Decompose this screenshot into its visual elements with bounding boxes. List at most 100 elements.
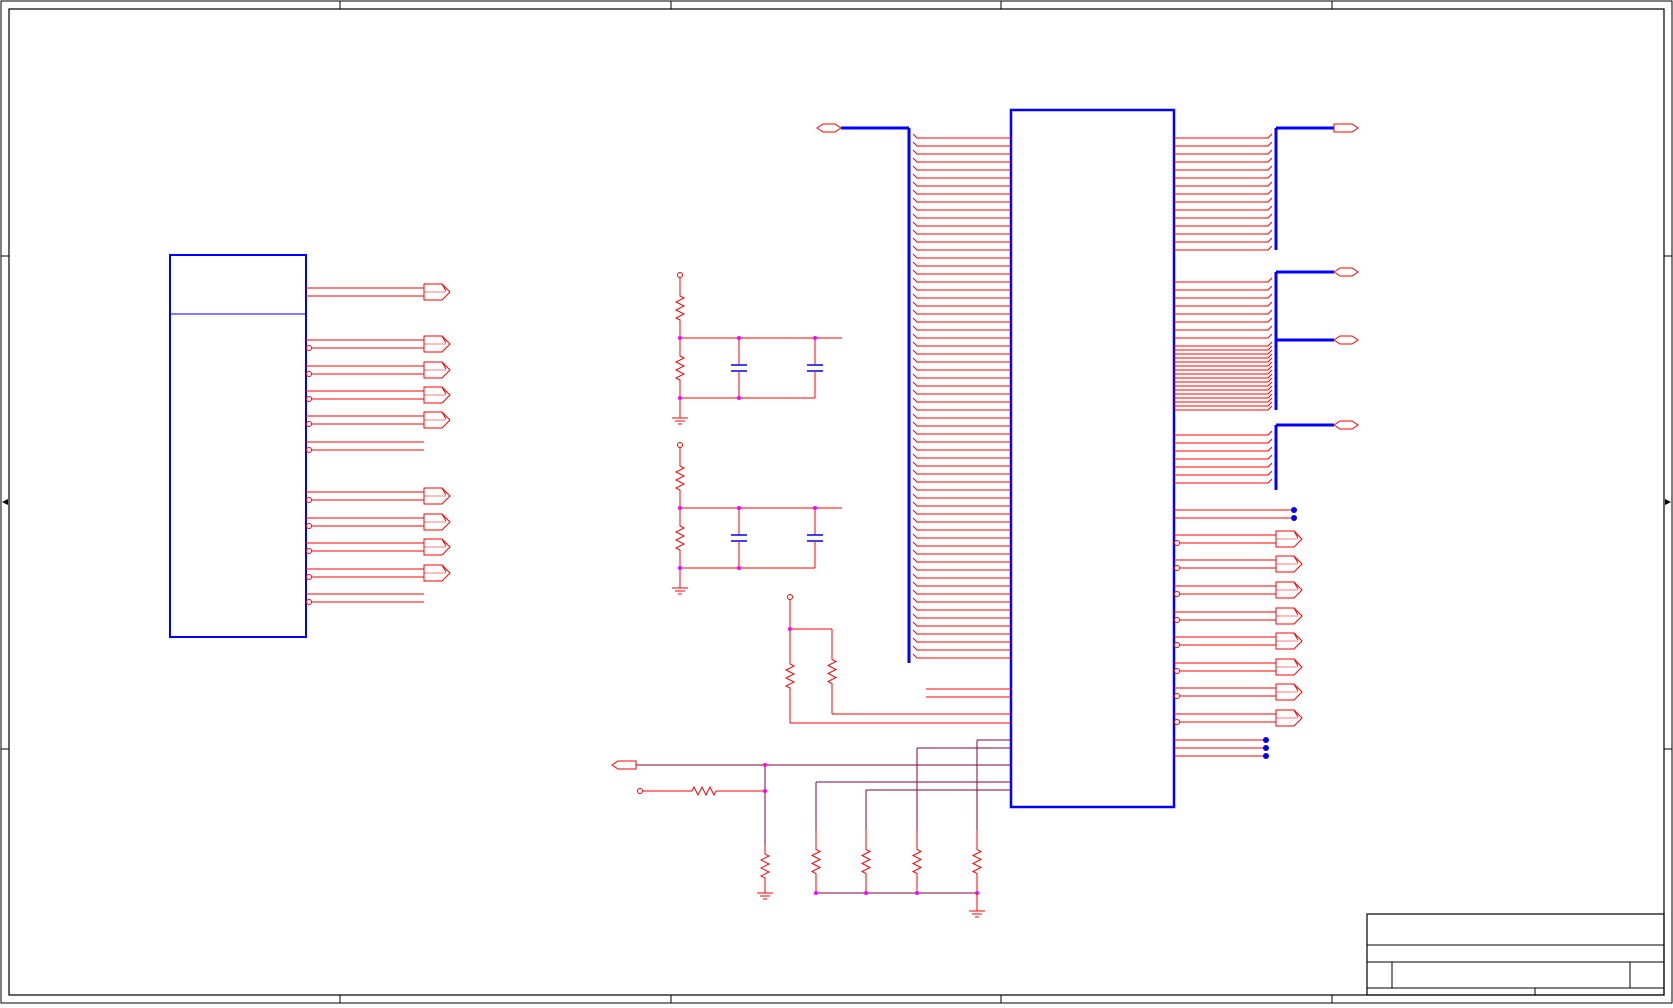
bus-entry bbox=[1174, 393, 1273, 399]
inverter-bubble bbox=[306, 599, 312, 605]
lower-resistor-network[interactable] bbox=[611, 594, 1011, 918]
inverter-bubble bbox=[1174, 591, 1180, 597]
junction-dot-icon bbox=[737, 506, 741, 510]
bus-entry bbox=[912, 533, 1011, 539]
capacitor-icon bbox=[731, 508, 747, 568]
resistor-icon bbox=[810, 830, 822, 893]
bus-entry bbox=[1174, 141, 1273, 147]
zone-marker bbox=[1665, 499, 1671, 505]
differential-port-icon bbox=[423, 487, 451, 505]
bus-entry bbox=[1174, 157, 1273, 163]
bus-entry bbox=[1174, 345, 1273, 351]
bus-entry bbox=[1174, 454, 1273, 460]
bus-entry bbox=[912, 597, 1011, 603]
bus-entry bbox=[1174, 381, 1273, 387]
differential-port-icon bbox=[1275, 607, 1303, 625]
bus-entry bbox=[912, 437, 1011, 443]
bus-entry bbox=[912, 629, 1011, 635]
schematic-sheet bbox=[0, 0, 1673, 1004]
net-port-icon bbox=[611, 760, 637, 770]
sheet-frame bbox=[0, 0, 1673, 1004]
bus-entry bbox=[912, 309, 1011, 315]
net-port-icon bbox=[816, 123, 842, 133]
bus-entry bbox=[1174, 462, 1273, 468]
bus-entry bbox=[912, 221, 1011, 227]
bus-entry bbox=[912, 165, 1011, 171]
bus-entry bbox=[912, 613, 1011, 619]
bus-entry bbox=[912, 173, 1011, 179]
left-component-u1[interactable] bbox=[169, 254, 451, 638]
bus-entry bbox=[1174, 389, 1273, 395]
bus-entry bbox=[1174, 353, 1273, 359]
differential-port-icon bbox=[423, 361, 451, 379]
outer-border bbox=[0, 0, 1673, 1004]
power-port-icon bbox=[677, 442, 683, 448]
bus-entry bbox=[912, 389, 1011, 395]
bus-entry bbox=[912, 181, 1011, 187]
inverter-bubble bbox=[306, 396, 312, 402]
power-port-icon bbox=[677, 272, 683, 278]
resistor-body bbox=[971, 830, 983, 893]
bus-entry bbox=[912, 637, 1011, 643]
bus-entry bbox=[912, 421, 1011, 427]
inverter-bubble bbox=[1174, 693, 1180, 699]
bus-entry bbox=[912, 469, 1011, 475]
bus-entry bbox=[912, 197, 1011, 203]
main-component-u2[interactable] bbox=[816, 108, 1359, 809]
bus-entry bbox=[912, 589, 1011, 595]
bus-entry bbox=[912, 517, 1011, 523]
bus-entry bbox=[1174, 237, 1273, 243]
junction-dot-icon bbox=[864, 891, 868, 895]
bus-entry bbox=[912, 277, 1011, 283]
differential-port-icon bbox=[423, 411, 451, 429]
differential-port-icon bbox=[423, 386, 451, 404]
differential-port-icon bbox=[1275, 683, 1303, 701]
differential-port-icon bbox=[423, 538, 451, 556]
resistor-body bbox=[784, 629, 796, 723]
bus-entry bbox=[912, 645, 1011, 651]
inverter-bubble bbox=[1174, 642, 1180, 648]
bus-entry bbox=[912, 157, 1011, 163]
bus-entry bbox=[912, 253, 1011, 259]
bus-entry bbox=[1174, 285, 1273, 291]
resistor-icon bbox=[643, 785, 765, 797]
port-shape bbox=[1333, 335, 1359, 345]
reference-networks[interactable] bbox=[672, 272, 842, 595]
ground-icon bbox=[757, 892, 773, 900]
bus-entry bbox=[1174, 341, 1273, 347]
bus-entry bbox=[1174, 165, 1273, 171]
port-shape bbox=[611, 760, 637, 770]
bus-entry bbox=[1174, 333, 1273, 339]
bus-entry bbox=[1174, 349, 1273, 355]
bus-entry bbox=[1174, 430, 1273, 436]
bus-entry bbox=[1174, 173, 1273, 179]
bus-entry bbox=[1174, 181, 1273, 187]
inverter-bubble bbox=[1174, 540, 1180, 546]
bus-entry bbox=[912, 397, 1011, 403]
differential-port-icon bbox=[423, 335, 451, 353]
junction-dot-icon bbox=[678, 506, 682, 510]
bus-entry bbox=[912, 525, 1011, 531]
bus-entry bbox=[912, 237, 1011, 243]
junction-dot-icon bbox=[915, 891, 919, 895]
bus-entry bbox=[912, 581, 1011, 587]
inverter-bubble bbox=[306, 447, 312, 453]
bus-entry bbox=[1174, 197, 1273, 203]
bus-entry bbox=[1174, 133, 1273, 139]
inverter-bubble bbox=[1174, 565, 1180, 571]
bus-entry bbox=[1174, 213, 1273, 219]
bus-entry bbox=[912, 605, 1011, 611]
bus-entry bbox=[912, 493, 1011, 499]
bus-entry bbox=[1174, 385, 1273, 391]
port-shape bbox=[816, 123, 842, 133]
resistor-body bbox=[643, 785, 765, 797]
port-shape bbox=[1333, 123, 1359, 133]
junction-dot-icon bbox=[813, 336, 817, 340]
net-port-icon bbox=[1333, 420, 1359, 430]
junction-dot-icon bbox=[1291, 515, 1297, 521]
bus-entry bbox=[1174, 397, 1273, 403]
bus-entry bbox=[1174, 189, 1273, 195]
bus-entry bbox=[912, 541, 1011, 547]
bus-entry bbox=[912, 445, 1011, 451]
bus-entry bbox=[912, 141, 1011, 147]
